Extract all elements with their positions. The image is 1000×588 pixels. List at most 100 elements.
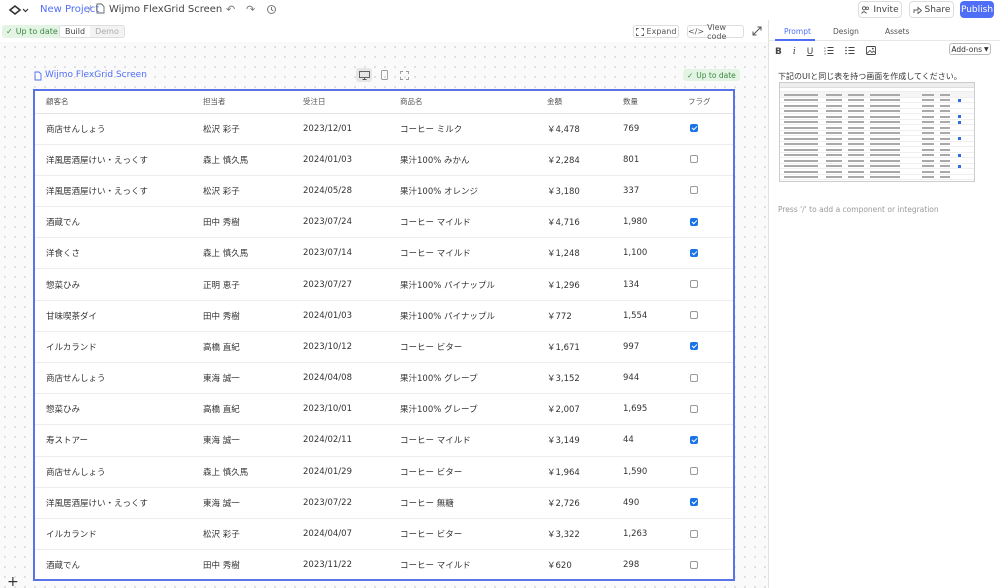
cell-amount[interactable]: ￥1,671 [536,331,612,364]
cell-qty[interactable]: 944 [612,362,677,395]
cell-rep[interactable]: 松沢 彩子 [192,175,292,208]
breadcrumb-file-name[interactable]: Wijmo FlexGrid Screen [109,4,222,15]
history-icon[interactable] [266,4,277,17]
cell-amount[interactable]: ￥1,248 [536,237,612,270]
mode-build-button[interactable]: Build [60,26,91,37]
cell-customer[interactable]: 商店せんしょう [35,113,192,145]
cell-product[interactable]: 果汁100% グレープ [389,362,536,395]
cell-date[interactable]: 2023/12/01 [292,113,389,145]
table-row[interactable]: イルカランド 松沢 彩子 2024/04/07 コーヒー ビター ￥3,322 1,263 [35,518,733,551]
attached-screenshot-thumbnail[interactable] [779,82,975,182]
cell-amount[interactable]: ￥1,964 [536,456,612,488]
cell-amount[interactable]: ￥4,716 [536,206,612,239]
share-button[interactable]: Share [909,1,954,18]
table-row[interactable]: 惣菜ひみ 高橋 直紀 2023/10/01 果汁100% グレープ ￥2,007 1,69… [35,393,733,426]
table-row[interactable]: 洋風居酒屋けい・えっくす 松沢 彩子 2024/05/28 果汁100% オレンジ ￥3… [35,175,733,208]
cell-customer[interactable]: 惣菜ひみ [35,268,192,301]
cell-product[interactable]: 果汁100% パイナップル [389,300,536,332]
cell-product[interactable]: コーヒー マイルド [389,237,536,270]
cell-date[interactable]: 2023/07/22 [292,487,389,519]
cell-qty[interactable]: 337 [612,175,677,208]
publish-button[interactable]: Publish [960,1,994,18]
cell-date[interactable]: 2023/07/14 [292,237,389,270]
cell-date[interactable]: 2023/11/22 [292,549,389,579]
column-header-product[interactable]: 商品名 [389,91,536,114]
table-row[interactable]: 商店せんしょう 松沢 彩子 2023/12/01 コーヒー ミルク ￥4,478 769 [35,113,733,145]
flag-checkbox[interactable] [690,248,698,257]
cell-product[interactable]: コーヒー ミルク [389,113,536,145]
cell-rep[interactable]: 森上 慎久馬 [192,237,292,270]
cell-date[interactable]: 2024/01/03 [292,300,389,332]
cell-product[interactable]: コーヒー マイルド [389,549,536,579]
cell-customer[interactable]: 洋食くさ [35,237,192,270]
cell-rep[interactable]: 森上 慎久馬 [192,456,292,488]
table-row[interactable]: 洋風居酒屋けい・えっくす 東海 誠一 2023/07/22 コーヒー 無糖 ￥2,726… [35,487,733,519]
cell-product[interactable]: 果汁100% パイナップル [389,268,536,301]
flag-checkbox[interactable] [690,498,698,507]
prompt-input-placeholder[interactable]: Press '/' to add a component or integrat… [778,205,939,214]
cell-product[interactable]: コーヒー ビター [389,331,536,364]
cell-amount[interactable]: ￥3,322 [536,518,612,551]
cell-product[interactable]: コーヒー ビター [389,456,536,488]
flag-checkbox[interactable] [690,311,698,320]
cell-date[interactable]: 2023/07/27 [292,268,389,301]
cell-date[interactable]: 2023/07/24 [292,206,389,239]
cell-rep[interactable]: 田中 秀樹 [192,549,292,579]
underline-icon[interactable]: U [807,47,814,57]
flag-checkbox[interactable] [690,217,698,226]
flag-checkbox[interactable] [690,342,698,351]
column-header-quantity[interactable]: 数量 [612,91,677,114]
undo-icon[interactable]: ↶ [226,4,235,15]
cell-product[interactable]: 果汁100% グレープ [389,393,536,426]
table-row[interactable]: 商店せんしょう 東海 誠一 2024/04/08 果汁100% グレープ ￥3,152 9… [35,362,733,395]
cell-date[interactable]: 2023/10/01 [292,393,389,426]
app-logo-menu[interactable] [8,3,30,17]
flag-checkbox[interactable] [690,155,698,164]
cell-customer[interactable]: 惣菜ひみ [35,393,192,426]
fit-view-button[interactable] [396,68,412,82]
cell-amount[interactable]: ￥620 [536,549,612,579]
italic-icon[interactable]: i [793,47,796,57]
flag-checkbox[interactable] [690,404,698,413]
cell-customer[interactable]: 洋風居酒屋けい・えっくす [35,487,192,519]
cell-amount[interactable]: ￥2,007 [536,393,612,426]
view-code-button[interactable]: </> View code [687,23,744,41]
cell-amount[interactable]: ￥3,180 [536,175,612,208]
flexgrid-frame[interactable]: 顧客名 担当者 受注日 商品名 金額 数量 フラグ 商店せんしょう 松沢 彩子 20… [33,89,735,581]
cell-product[interactable]: 果汁100% オレンジ [389,175,536,208]
cell-qty[interactable]: 1,100 [612,237,677,270]
addons-dropdown[interactable]: Add-ons ▼ [949,43,991,55]
flag-checkbox[interactable] [690,280,698,289]
cell-rep[interactable]: 高橋 直紀 [192,393,292,426]
cell-date[interactable]: 2024/04/08 [292,362,389,395]
cell-rep[interactable]: 正明 恵子 [192,268,292,301]
cell-qty[interactable]: 801 [612,144,677,176]
column-header-amount[interactable]: 金額 [536,91,612,114]
cell-qty[interactable]: 134 [612,268,677,301]
cell-qty[interactable]: 1,695 [612,393,677,426]
table-row[interactable]: イルカランド 高橋 直紀 2023/10/12 コーヒー ビター ￥1,671 997 [35,331,733,364]
cell-customer[interactable]: 洋風居酒屋けい・えっくす [35,144,192,176]
bulleted-list-icon[interactable] [845,46,855,58]
cell-product[interactable]: コーヒー マイルド [389,206,536,239]
table-row[interactable]: 酒蔵でん 田中 秀樹 2023/07/24 コーヒー マイルド ￥4,716 1,980 [35,206,733,239]
cell-customer[interactable]: 酒蔵でん [35,206,192,239]
redo-icon[interactable]: ↷ [246,4,255,15]
table-row[interactable]: 洋食くさ 森上 慎久馬 2023/07/14 コーヒー マイルド ￥1,248 1,100 [35,237,733,270]
cell-amount[interactable]: ￥2,284 [536,144,612,176]
cell-customer[interactable]: イルカランド [35,518,192,551]
flag-checkbox[interactable] [690,124,698,133]
cell-qty[interactable]: 997 [612,331,677,364]
expand-button[interactable]: Expand [633,25,679,38]
cell-rep[interactable]: 東海 誠一 [192,362,292,395]
cell-qty[interactable]: 769 [612,113,677,145]
flag-checkbox[interactable] [690,186,698,195]
fullscreen-icon[interactable] [752,26,762,39]
cell-amount[interactable]: ￥1,296 [536,268,612,301]
cell-rep[interactable]: 森上 慎久馬 [192,144,292,176]
tab-assets[interactable]: Assets [885,27,909,36]
cell-amount[interactable]: ￥3,152 [536,362,612,395]
cell-customer[interactable]: 寿ストアー [35,424,192,457]
cell-customer[interactable]: 商店せんしょう [35,456,192,488]
cell-date[interactable]: 2023/10/12 [292,331,389,364]
